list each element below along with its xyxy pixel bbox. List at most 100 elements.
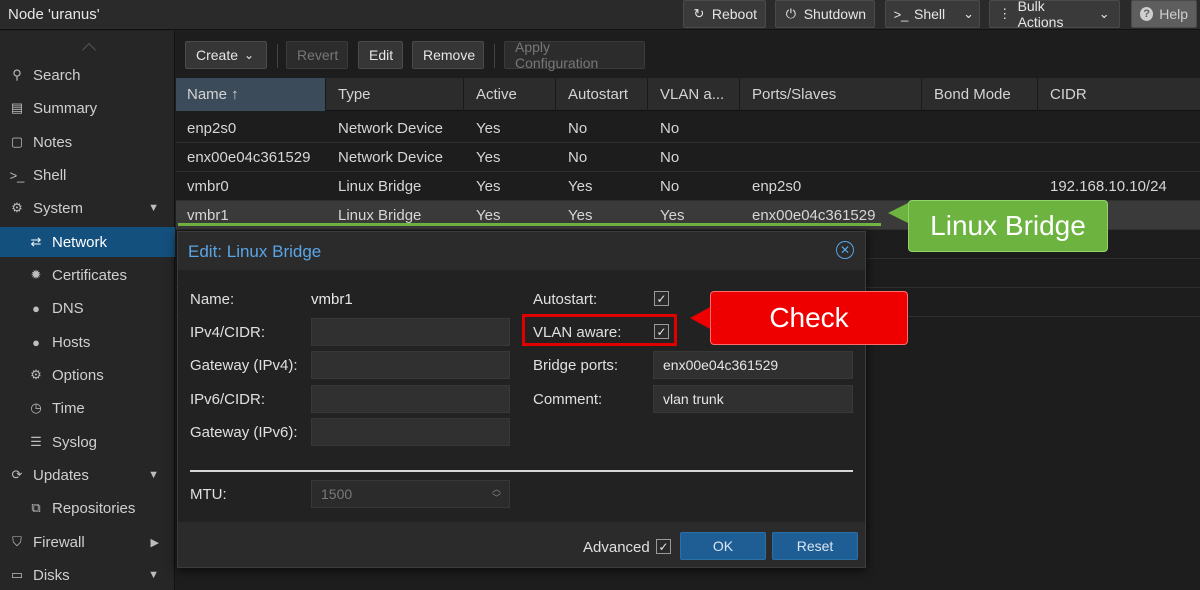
sidebar-item-syslog[interactable]: ☰ Syslog (0, 427, 175, 457)
create-button[interactable]: Create ⌄ (185, 41, 267, 69)
autostart-checkbox[interactable]: ✓ (654, 291, 669, 306)
ipv6-cidr-input[interactable] (311, 385, 510, 413)
sidebar-item-certificates[interactable]: ✹ Certificates (0, 260, 175, 290)
gateway-ipv6-label: Gateway (IPv6): (190, 424, 298, 441)
column-header-type[interactable]: Type (327, 78, 464, 111)
bulk-actions-label: Bulk Actions (1017, 0, 1064, 30)
sidebar-item-system[interactable]: ⚙ System ▼ (0, 193, 175, 223)
caret-right-icon[interactable]: ▶ (151, 536, 159, 549)
refresh-icon: ⟳ (11, 467, 23, 482)
sidebar-item-updates[interactable]: ⟳ Updates ▼ (0, 460, 175, 490)
column-header-bond-mode[interactable]: Bond Mode (923, 78, 1038, 111)
create-label: Create (196, 47, 239, 63)
caret-down-icon[interactable]: ▼ (148, 202, 159, 214)
advanced-checkbox[interactable]: ✓ (656, 539, 671, 554)
shutdown-button[interactable]: ⏻ Shutdown (775, 0, 875, 28)
gateway-ipv6-input[interactable] (311, 418, 510, 446)
cell-autostart: Yes (568, 177, 593, 195)
files-icon: ⧉ (31, 500, 41, 515)
table-row[interactable]: vmbr0 Linux Bridge Yes Yes No enp2s0 192… (176, 172, 1200, 201)
sidebar-item-label: Certificates (52, 266, 128, 284)
top-bar: Node 'uranus' ↻ Reboot ⏻ Shutdown >_ She… (0, 0, 1200, 30)
question-icon: ? (1140, 7, 1154, 21)
vlan-aware-highlight-box (522, 314, 677, 346)
caret-down-icon[interactable]: ▼ (148, 469, 159, 481)
cell-vlan-aware: No (660, 119, 680, 137)
chevron-down-icon[interactable]: ⌄ (963, 6, 974, 21)
autostart-label: Autostart: (533, 291, 598, 308)
sidebar-item-label: Search (33, 66, 81, 84)
ipv4-cidr-input[interactable] (311, 318, 510, 346)
cell-vlan-aware: No (660, 177, 680, 195)
reboot-button[interactable]: ↻ Reboot (683, 0, 766, 28)
advanced-label: Advanced (583, 539, 650, 556)
sidebar-item-dns[interactable]: ● DNS (0, 293, 175, 323)
gateway-ipv4-input[interactable] (311, 351, 510, 379)
edit-label: Edit (369, 47, 394, 63)
sidebar: ⚲ Search ▤ Summary ▢ Notes >_ Shell ⚙ Sy… (0, 31, 175, 590)
ipv4-cidr-label: IPv4/CIDR: (190, 324, 266, 341)
apply-configuration-label: Apply Configuration (515, 39, 599, 71)
revert-button[interactable]: Revert (286, 41, 348, 69)
sidebar-item-time[interactable]: ◷ Time (0, 393, 175, 423)
mtu-label: MTU: (190, 486, 227, 503)
sidebar-item-label: Options (52, 366, 104, 384)
cell-cidr: 192.168.10.10/24 (1050, 177, 1167, 195)
scroll-up-icon[interactable] (81, 42, 97, 58)
sidebar-item-label: Firewall (33, 533, 85, 551)
edit-linux-bridge-dialog: Edit: Linux Bridge ✕ Name: vmbr1 IPv4/CI… (177, 231, 866, 568)
column-header-autostart[interactable]: Autostart (557, 78, 648, 111)
sidebar-item-summary[interactable]: ▤ Summary (0, 93, 175, 123)
caret-down-icon[interactable]: ▼ (148, 569, 159, 581)
close-icon[interactable]: ✕ (836, 241, 854, 259)
section-divider (190, 470, 853, 472)
reset-button[interactable]: Reset (772, 532, 858, 560)
sidebar-item-options[interactable]: ⚙ Options (0, 360, 175, 390)
power-icon: ⏻ (785, 6, 796, 21)
exchange-icon: ⇄ (30, 234, 42, 249)
apply-configuration-button[interactable]: Apply Configuration (504, 39, 645, 71)
dialog-header: Edit: Linux Bridge ✕ (178, 232, 865, 270)
sidebar-item-label: Notes (33, 133, 73, 151)
sidebar-item-search[interactable]: ⚲ Search (0, 60, 175, 90)
table-row[interactable]: enx00e04c361529 Network Device Yes No No (176, 143, 1200, 172)
sidebar-item-network[interactable]: ⇄ Network (0, 227, 175, 257)
comment-input[interactable]: vlan trunk (653, 385, 853, 413)
sidebar-item-label: Summary (33, 99, 98, 117)
column-header-vlan-aware[interactable]: VLAN a... (649, 78, 740, 111)
sidebar-item-shell[interactable]: >_ Shell (0, 160, 175, 190)
cell-type: Network Device (338, 119, 444, 137)
toolbar-separator (277, 44, 278, 68)
table-row[interactable]: enp2s0 Network Device Yes No No (176, 114, 1200, 143)
sidebar-item-label: Network (52, 233, 108, 251)
name-value: vmbr1 (311, 291, 353, 308)
sidebar-item-label: Disks (33, 566, 70, 584)
ok-button[interactable]: OK (680, 532, 766, 560)
help-button[interactable]: ? Help (1131, 0, 1197, 28)
shell-button[interactable]: >_ Shell ⌄ (885, 0, 980, 28)
check-callout: Check (710, 291, 908, 345)
sidebar-item-label: Updates (33, 466, 89, 484)
name-label: Name: (190, 291, 235, 308)
cell-name: enp2s0 (187, 119, 237, 137)
sidebar-item-label: Shell (33, 166, 67, 184)
bridge-ports-input[interactable]: enx00e04c361529 (653, 351, 853, 379)
column-header-name[interactable]: Name ↑ (176, 78, 326, 111)
sidebar-item-repositories[interactable]: ⧉ Repositories (0, 493, 175, 523)
column-header-cidr[interactable]: CIDR (1039, 78, 1200, 111)
sidebar-item-label: Syslog (52, 433, 98, 451)
column-header-ports-slaves[interactable]: Ports/Slaves (741, 78, 922, 111)
sidebar-item-firewall[interactable]: ⛉ Firewall ▶ (0, 527, 175, 557)
remove-button[interactable]: Remove (412, 41, 484, 69)
mtu-input[interactable]: 1500 ︿ ﹀ (311, 480, 510, 508)
spinner-icon[interactable]: ︿ ﹀ (492, 485, 501, 503)
edit-button[interactable]: Edit (358, 41, 403, 69)
sidebar-item-disks[interactable]: ▭ Disks ▼ (0, 560, 175, 590)
help-label: Help (1159, 6, 1188, 22)
sidebar-item-notes[interactable]: ▢ Notes (0, 127, 175, 157)
column-header-active[interactable]: Active (465, 78, 556, 111)
certificate-icon: ✹ (30, 267, 42, 282)
bulk-actions-button[interactable]: ⋮ Bulk Actions ⌄ (989, 0, 1120, 30)
list-icon: ☰ (30, 434, 42, 449)
sidebar-item-hosts[interactable]: ● Hosts (0, 327, 175, 357)
